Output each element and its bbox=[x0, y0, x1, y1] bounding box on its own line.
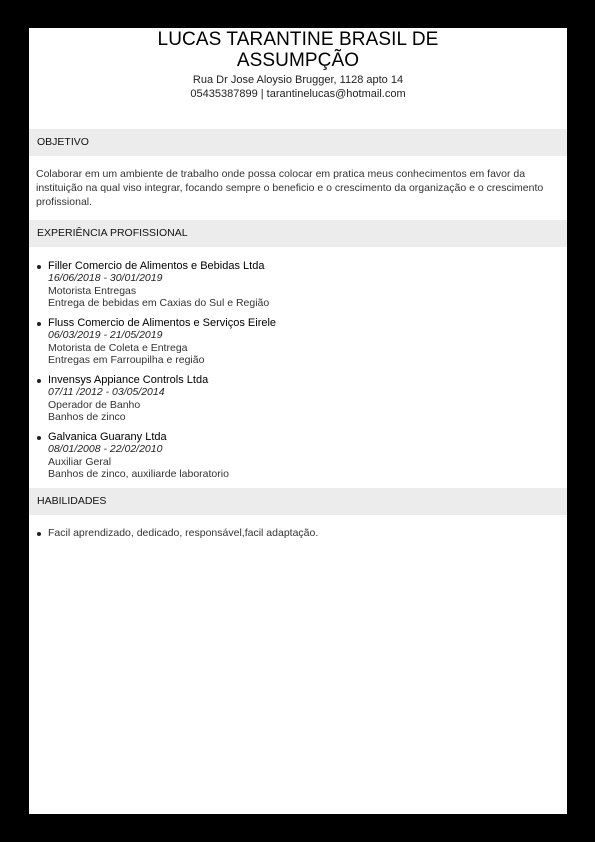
job-company: Filler Comercio de Alimentos e Bebidas L… bbox=[48, 260, 265, 272]
bullet-icon bbox=[37, 532, 41, 536]
job-description: Banhos de zinco, auxiliarde laboratorio bbox=[48, 468, 229, 480]
section-title-experience: EXPERIÊNCIA PROFISSIONAL bbox=[29, 220, 567, 247]
job-role: Auxiliar Geral bbox=[48, 456, 112, 468]
job-dates: 06/03/2019 - 21/05/2019 bbox=[48, 329, 163, 341]
job-dates: 16/06/2018 - 30/01/2019 bbox=[48, 272, 163, 284]
experience-list: Filler Comercio de Alimentos e Bebidas L… bbox=[29, 247, 567, 480]
job-description: Entrega de bebidas em Caxias do Sul e Re… bbox=[48, 297, 270, 309]
bullet-icon bbox=[37, 436, 41, 440]
job-role: Operador de Banho bbox=[48, 399, 141, 411]
list-item: Invensys Appiance Controls Ltda 07/11 /2… bbox=[29, 374, 567, 423]
job-description: Entregas em Farroupilha e região bbox=[48, 354, 205, 366]
address: Rua Dr Jose Aloysio Brugger, 1128 apto 1… bbox=[192, 74, 404, 86]
skills-list: Facil aprendizado, dedicado, responsável… bbox=[29, 515, 567, 540]
job-dates: 07/11 /2012 - 03/05/2014 bbox=[48, 386, 165, 398]
list-item: Galvanica Guarany Ltda 08/01/2008 - 22/0… bbox=[29, 431, 567, 480]
resume-page: LUCAS TARANTINE BRASIL DE ASSUMPÇÃO Rua … bbox=[29, 28, 567, 814]
job-description: Banhos de zinco bbox=[48, 411, 126, 423]
bullet-icon bbox=[37, 322, 41, 326]
candidate-name: LUCAS TARANTINE BRASIL DE ASSUMPÇÃO bbox=[157, 29, 439, 71]
bullet-icon bbox=[37, 265, 41, 269]
skill-text: Facil aprendizado, dedicado, responsável… bbox=[48, 527, 319, 539]
phone-email: 05435387899 | tarantinelucas@hotmail.com bbox=[190, 88, 406, 100]
list-item: Filler Comercio de Alimentos e Bebidas L… bbox=[29, 260, 567, 309]
resume-header: LUCAS TARANTINE BRASIL DE ASSUMPÇÃO Rua … bbox=[29, 28, 567, 101]
job-dates: 08/01/2008 - 22/02/2010 bbox=[48, 443, 163, 455]
bullet-icon bbox=[37, 379, 41, 383]
job-role: Motorista Entregas bbox=[48, 285, 137, 297]
job-company: Invensys Appiance Controls Ltda bbox=[48, 374, 209, 386]
job-company: Galvanica Guarany Ltda bbox=[48, 431, 167, 443]
section-title-objective: OBJETIVO bbox=[29, 129, 567, 156]
section-title-skills: HABILIDADES bbox=[29, 488, 567, 515]
objective-text: Colaborar em um ambiente de trabalho ond… bbox=[36, 168, 544, 208]
list-item: Facil aprendizado, dedicado, responsável… bbox=[29, 527, 567, 540]
job-company: Fluss Comercio de Alimentos e Serviços E… bbox=[48, 317, 277, 329]
list-item: Fluss Comercio de Alimentos e Serviços E… bbox=[29, 317, 567, 366]
job-role: Motorista de Coleta e Entrega bbox=[48, 342, 188, 354]
